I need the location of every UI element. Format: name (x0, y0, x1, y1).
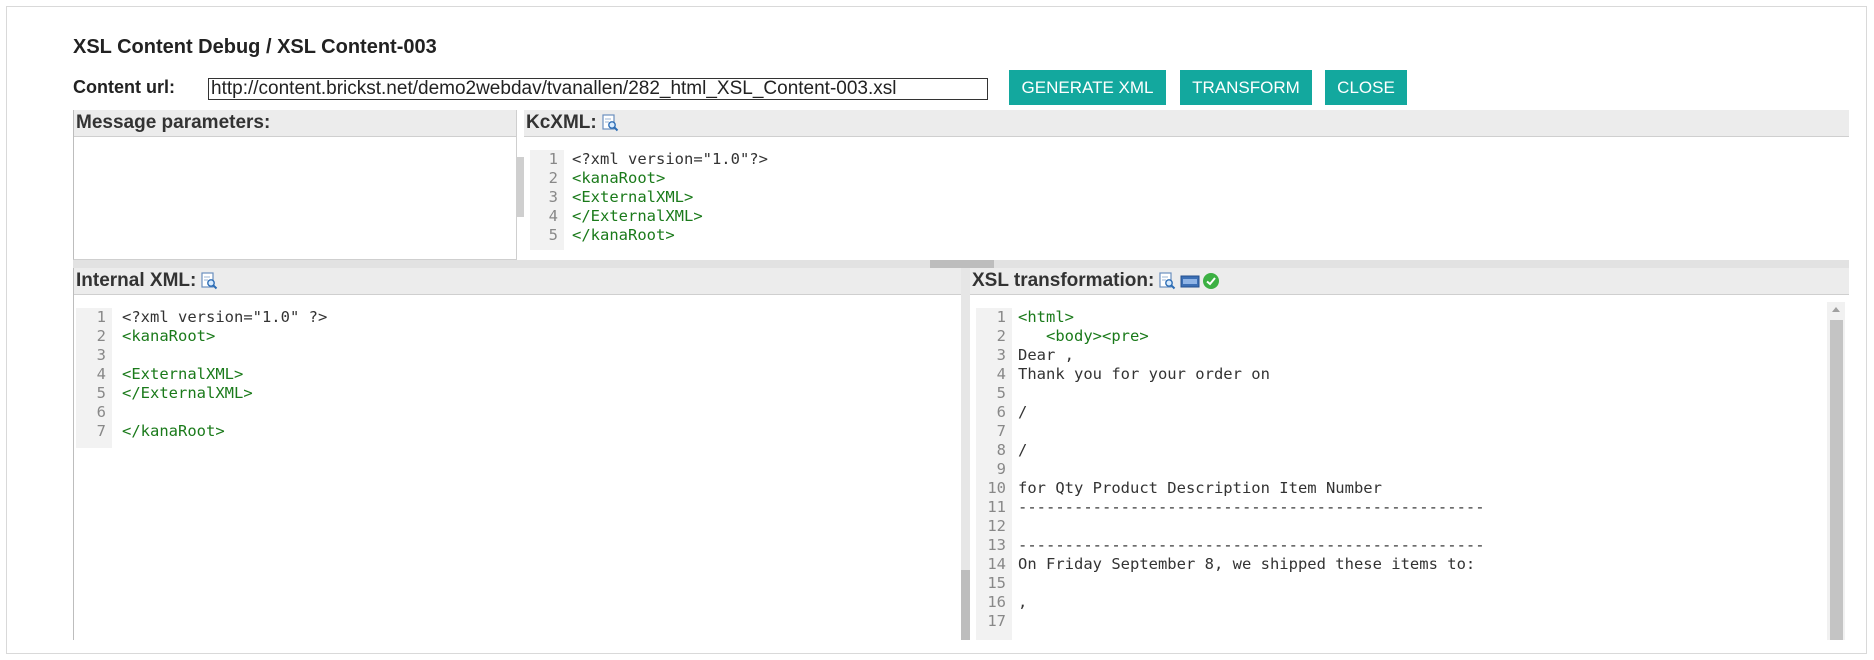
internal-xml-code-editor[interactable]: 1234567 <?xml version="1.0" ?> <kanaRoot>… (76, 308, 961, 640)
internal-xml-title: Internal XML: (76, 270, 197, 291)
message-parameters-title: Message parameters: (76, 112, 271, 133)
line-number: 11 (987, 498, 1006, 516)
xsl-transformation-panel: XSL transformation: 1 2 3 4 5 6 7 8 9 10 11 12 13 14 1… (970, 268, 1849, 640)
code-line: <kanaRoot> (572, 169, 666, 187)
code-line: Thank you for your order on (1018, 365, 1270, 383)
code-line: <?xml version="1.0"?> (572, 150, 768, 168)
code-line: / (1018, 441, 1028, 459)
line-number: 17 (987, 612, 1006, 630)
code-line: <ExternalXML> (122, 365, 244, 383)
line-number: 5 (96, 384, 106, 402)
line-number: 3 (996, 346, 1006, 364)
code-line: </ExternalXML> (572, 207, 703, 225)
transform-button[interactable]: TRANSFORM (1180, 70, 1312, 105)
code-line: Dear , (1018, 346, 1074, 364)
xsl-transformation-header: XSL transformation: (970, 268, 1849, 295)
xsl-transformation-title: XSL transformation: (972, 270, 1155, 291)
generate-xml-button[interactable]: GENERATE XML (1009, 70, 1166, 105)
line-number: 2 (548, 169, 558, 187)
line-number: 1 (548, 150, 558, 168)
internal-xml-source: <?xml version="1.0" ?> <kanaRoot> <Externa… (122, 308, 327, 441)
line-number: 1 (996, 308, 1006, 326)
internal-xml-line-numbers: 1234567 (76, 308, 112, 448)
line-number: 8 (996, 441, 1006, 459)
code-line: </ExternalXML> (122, 384, 253, 402)
close-button[interactable]: CLOSE (1325, 70, 1407, 105)
code-line: , (1018, 593, 1028, 611)
line-number: 9 (996, 460, 1006, 478)
code-line: <html> (1018, 308, 1074, 326)
document-preview-icon[interactable] (1158, 272, 1176, 290)
line-number: 16 (987, 593, 1006, 611)
line-number: 15 (987, 574, 1006, 592)
line-number: 2 (96, 327, 106, 345)
message-parameters-panel: Message parameters: (73, 110, 517, 260)
line-number: 5 (548, 226, 558, 244)
document-preview-icon[interactable] (601, 114, 619, 132)
line-number: 13 (987, 536, 1006, 554)
splitter-handle[interactable] (930, 260, 994, 268)
xsl-line-numbers: 1 2 3 4 5 6 7 8 9 10 11 12 13 14 15 16 17 (976, 308, 1012, 640)
code-line: <kanaRoot> (122, 327, 216, 345)
code-line: <?xml version="1.0" ?> (122, 308, 328, 326)
kcxml-panel: KcXML: 12345 <?xml version="1.0"?> <kanaR… (524, 110, 1849, 260)
line-number: 14 (987, 555, 1006, 573)
line-number: 6 (96, 403, 106, 421)
content-url-input[interactable]: http://content.brickst.net/demo2webdav/t… (208, 78, 988, 100)
line-number: 3 (548, 188, 558, 206)
line-number: 4 (996, 365, 1006, 383)
kcxml-title: KcXML: (526, 112, 597, 133)
internal-xml-header: Internal XML: (74, 268, 961, 295)
content-url-label: Content url: (73, 77, 175, 97)
line-number: 10 (987, 479, 1006, 497)
code-line: ----------------------------------------… (1018, 536, 1485, 554)
xsl-code-editor[interactable]: 1 2 3 4 5 6 7 8 9 10 11 12 13 14 15 16 17 <html> <body><… (976, 308, 1825, 640)
kcxml-code-editor[interactable]: 12345 <?xml version="1.0"?> <kanaRoot> <Ex… (530, 150, 1849, 250)
message-parameters-header: Message parameters: (74, 110, 516, 137)
code-line: <ExternalXML> (572, 188, 694, 206)
line-number: 4 (548, 207, 558, 225)
check-circle-icon (1202, 272, 1220, 290)
xsl-scrollbar-track[interactable] (1827, 302, 1845, 640)
code-line: for Qty Product Description Item Number (1018, 479, 1382, 497)
kcxml-line-numbers: 12345 (530, 150, 564, 250)
code-line: / (1018, 403, 1028, 421)
line-number: 12 (987, 517, 1006, 535)
document-preview-icon[interactable] (200, 272, 218, 290)
left-panel-scrollbar[interactable] (517, 157, 524, 217)
kcxml-source: <?xml version="1.0"?> <kanaRoot> <External… (572, 150, 768, 245)
code-line: ----------------------------------------… (1018, 498, 1485, 516)
line-number: 7 (96, 422, 106, 440)
line-number: 7 (996, 422, 1006, 440)
line-number: 6 (996, 403, 1006, 421)
code-line: </kanaRoot> (122, 422, 225, 440)
code-line: On Friday September 8, we shipped these … (1018, 555, 1476, 573)
line-number: 3 (96, 346, 106, 364)
line-number: 2 (996, 327, 1006, 345)
line-number: 5 (996, 384, 1006, 402)
xsl-source: <html> <body><pre> Dear , Thank you for yo… (1018, 308, 1485, 631)
html-view-icon[interactable] (1180, 272, 1200, 290)
xsl-scrollbar-thumb[interactable] (1830, 320, 1843, 640)
code-line: <body><pre> (1018, 327, 1149, 345)
code-line: </kanaRoot> (572, 226, 675, 244)
page-title: XSL Content Debug / XSL Content-003 (73, 36, 437, 58)
kcxml-header: KcXML: (524, 110, 1849, 137)
line-number: 1 (96, 308, 106, 326)
line-number: 4 (96, 365, 106, 383)
internal-xml-panel: Internal XML: 1234567 <?xml version="1.0… (73, 268, 961, 640)
vertical-splitter-handle[interactable] (961, 570, 970, 640)
scroll-up-arrow-icon[interactable] (1827, 302, 1845, 316)
